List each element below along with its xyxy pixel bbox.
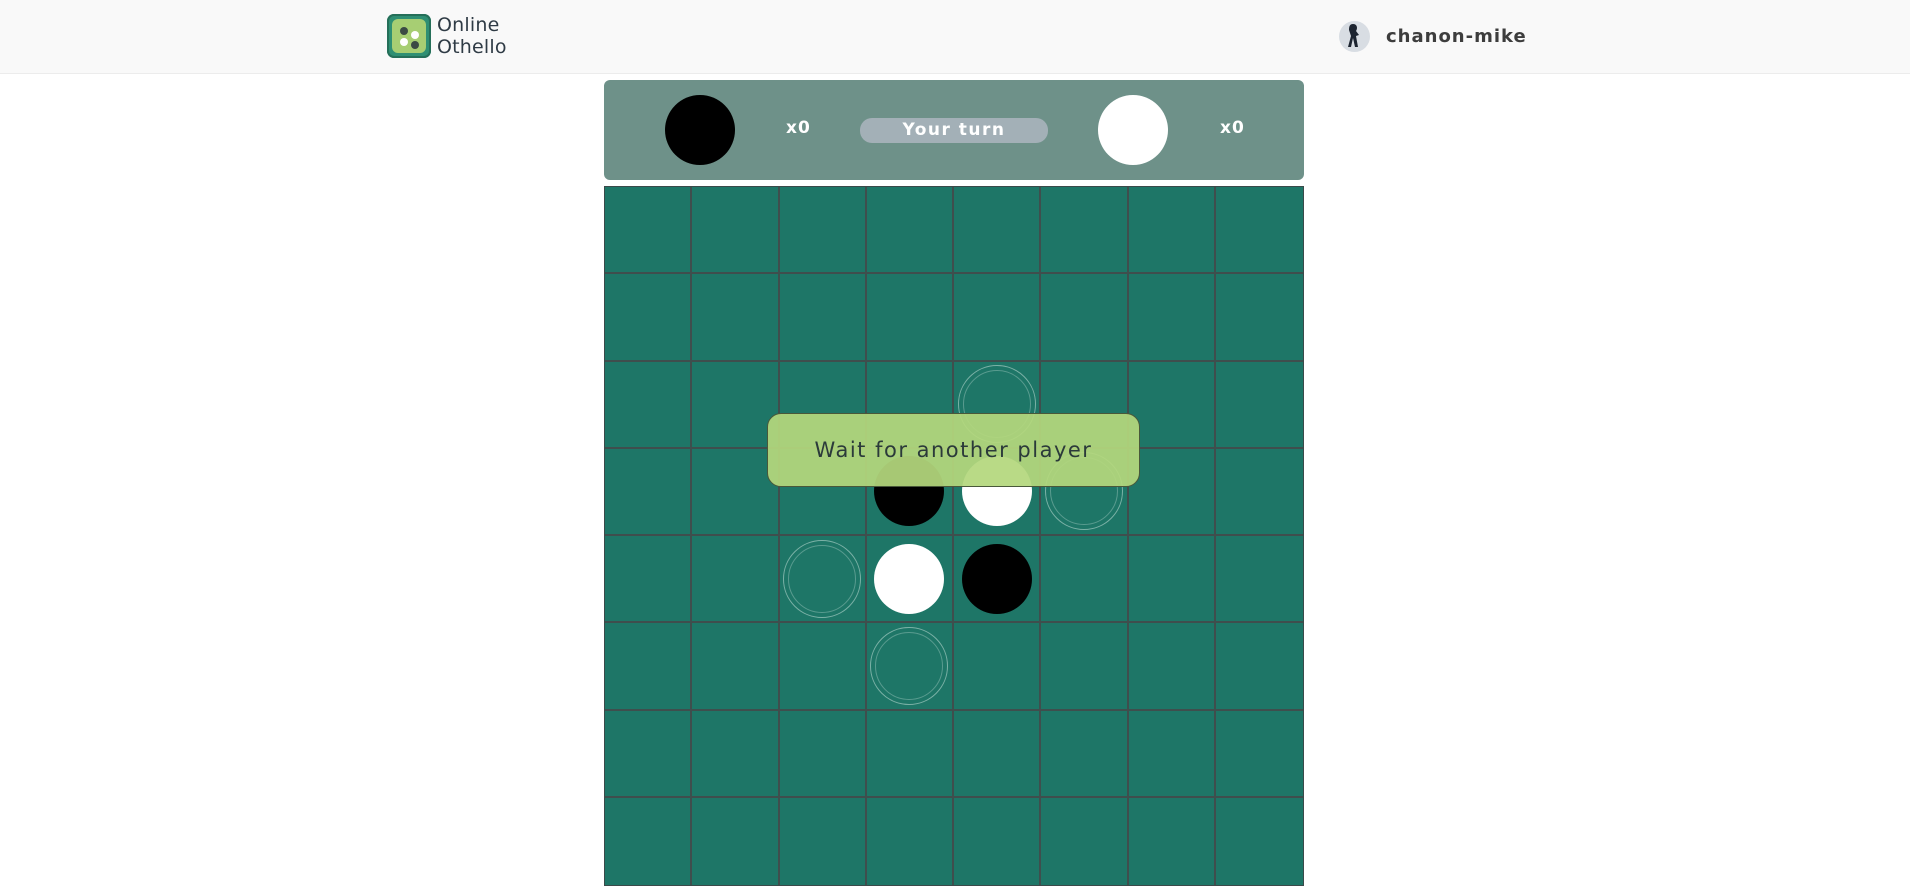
board-cell[interactable] — [1128, 361, 1216, 449]
board-cell[interactable] — [1129, 797, 1216, 885]
board-cell[interactable] — [954, 274, 1042, 362]
valid-move-hint[interactable] — [870, 626, 949, 705]
board-cell[interactable] — [779, 536, 867, 624]
board-cell[interactable] — [1215, 711, 1303, 798]
board-cell[interactable] — [605, 710, 693, 798]
board-cell[interactable] — [1128, 448, 1216, 536]
username[interactable]: chanon-mike — [1386, 26, 1527, 47]
board-cell[interactable] — [692, 187, 780, 275]
user-avatar-icon[interactable] — [1339, 20, 1370, 52]
valid-move-hint[interactable] — [783, 539, 862, 618]
board-cell[interactable] — [954, 710, 1042, 798]
board-cell[interactable] — [866, 536, 954, 624]
dice-icon — [387, 14, 431, 58]
board-cell[interactable] — [954, 797, 1042, 885]
board-cell[interactable] — [692, 710, 780, 798]
black-player-disc — [665, 95, 735, 165]
board-cell[interactable] — [1041, 536, 1129, 624]
board-cell[interactable] — [866, 623, 954, 711]
white-score: x0 — [1220, 118, 1245, 138]
board-cell[interactable] — [605, 536, 693, 624]
board-cell[interactable] — [1128, 536, 1216, 624]
board-cell[interactable] — [1041, 710, 1129, 798]
board-cell[interactable] — [1216, 798, 1303, 885]
board-cell[interactable] — [692, 274, 780, 362]
board-cell[interactable] — [605, 361, 693, 449]
logo-text: Online Othello — [437, 14, 507, 58]
board-cell[interactable] — [1215, 187, 1303, 275]
board-cell[interactable] — [866, 274, 954, 362]
board-cell[interactable] — [605, 448, 693, 536]
board-cell[interactable] — [1215, 449, 1303, 536]
board-cell[interactable] — [867, 797, 954, 885]
board-cell[interactable] — [605, 187, 693, 275]
score-panel: x0 Your turn x0 — [604, 80, 1304, 180]
board-cell[interactable] — [605, 623, 693, 711]
board-cell[interactable] — [1128, 710, 1216, 798]
board-cell[interactable] — [779, 710, 867, 798]
board-cell[interactable] — [779, 274, 867, 362]
board-cell[interactable] — [954, 187, 1042, 275]
board-cell[interactable] — [605, 274, 693, 362]
board-cell[interactable] — [954, 536, 1042, 624]
board-cell[interactable] — [1041, 797, 1129, 885]
site-logo[interactable]: Online Othello — [387, 13, 507, 59]
white-player-disc — [1098, 95, 1168, 165]
board-cell[interactable] — [692, 623, 780, 711]
board-cell[interactable] — [779, 623, 867, 711]
board-cell[interactable] — [1128, 623, 1216, 711]
board-cell[interactable] — [1041, 187, 1129, 275]
board-cell[interactable] — [605, 797, 693, 885]
waiting-message: Wait for another player — [767, 413, 1140, 487]
board-cell[interactable] — [1128, 187, 1216, 275]
board-cell[interactable] — [779, 187, 867, 275]
top-navbar: Online Othello chanon-mike — [0, 0, 1910, 74]
othello-board — [604, 186, 1304, 886]
logo-line-1: Online — [437, 14, 500, 36]
white-disc — [874, 543, 945, 614]
black-score: x0 — [786, 118, 811, 138]
board-cell[interactable] — [1128, 274, 1216, 362]
board-cell[interactable] — [1215, 274, 1303, 362]
board-cell[interactable] — [866, 187, 954, 275]
turn-indicator: Your turn — [860, 118, 1048, 143]
board-cell[interactable] — [1041, 623, 1129, 711]
logo-line-2: Othello — [437, 36, 507, 58]
board-cell[interactable] — [1215, 362, 1303, 449]
board-cell[interactable] — [954, 623, 1042, 711]
black-disc — [961, 543, 1032, 614]
board-cell[interactable] — [1215, 623, 1303, 711]
user-menu[interactable]: chanon-mike — [1339, 20, 1527, 52]
board-cell[interactable] — [1041, 274, 1129, 362]
board-cell[interactable] — [866, 710, 954, 798]
board-cell[interactable] — [692, 536, 780, 624]
board-cell[interactable] — [780, 797, 867, 885]
board-cell[interactable] — [1215, 536, 1303, 624]
board-cell[interactable] — [692, 797, 780, 885]
